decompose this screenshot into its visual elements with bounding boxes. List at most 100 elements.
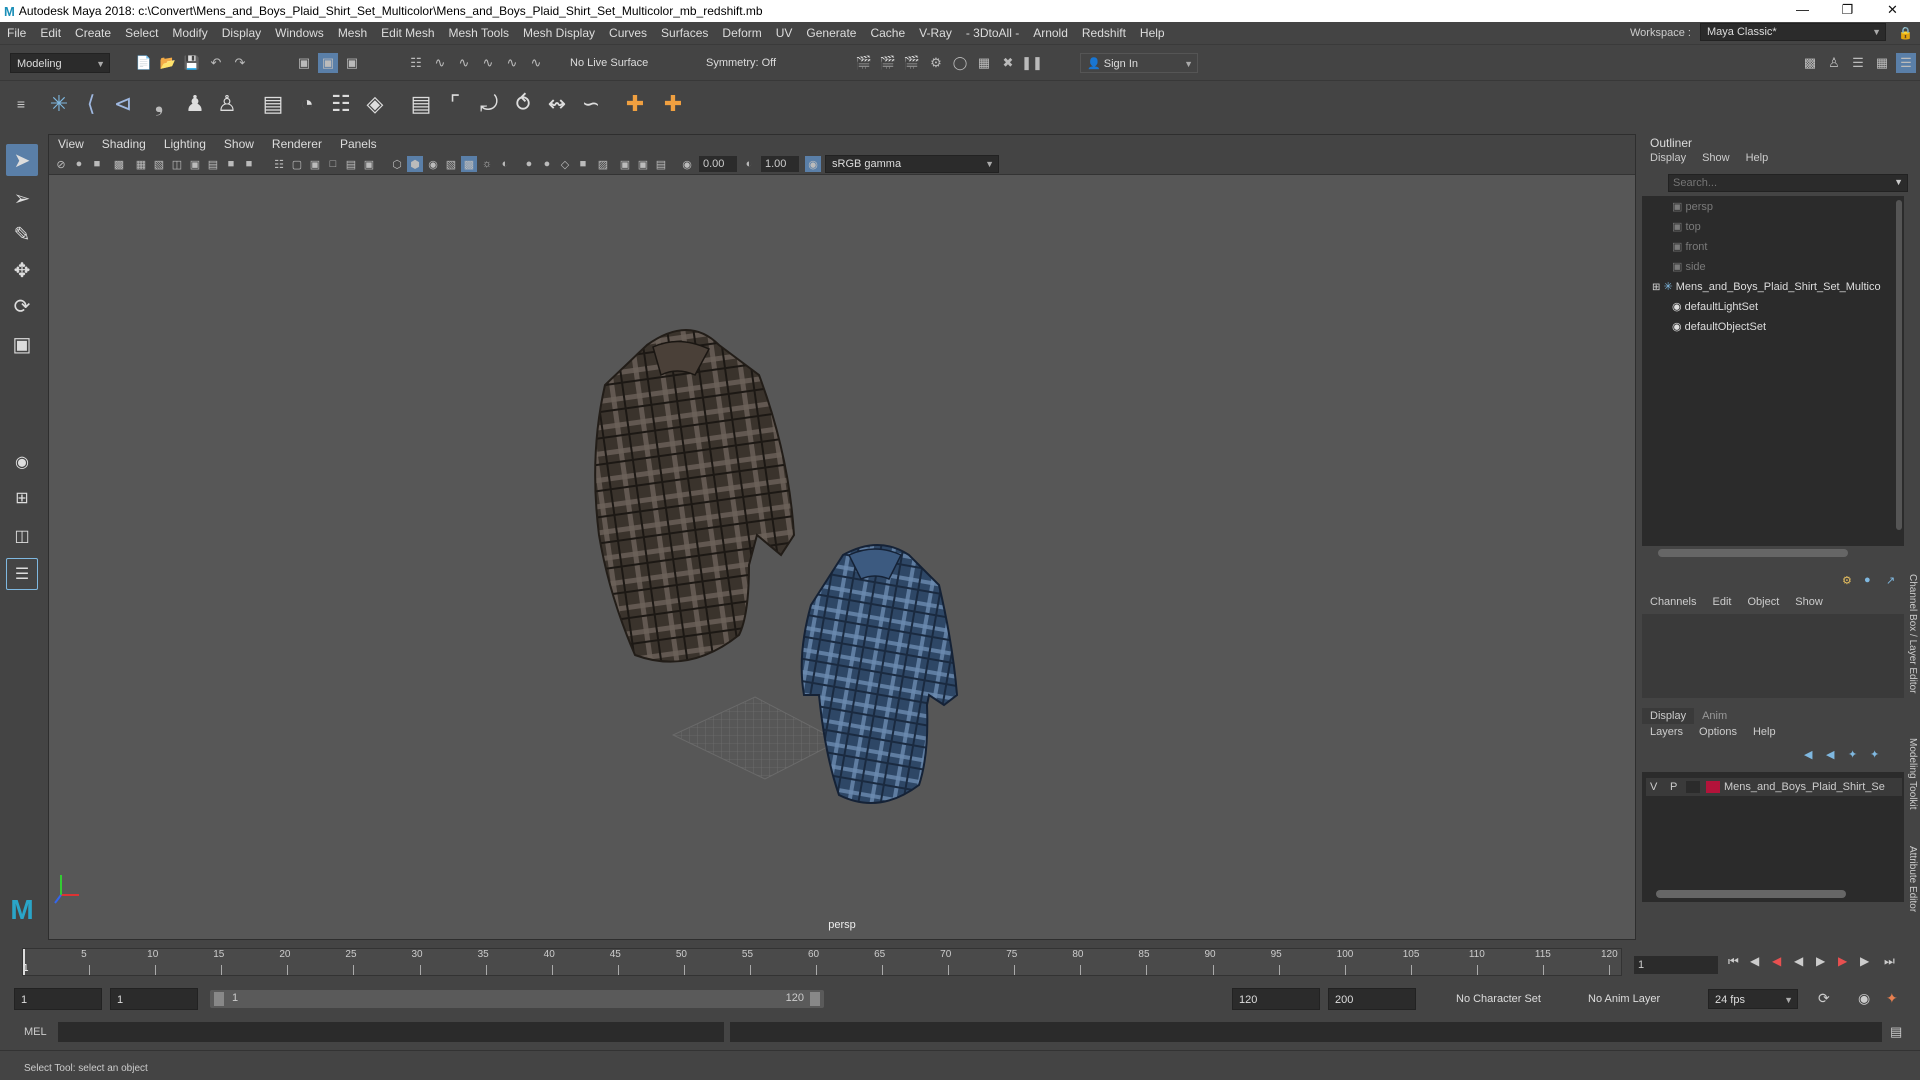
tool-settings-toggle-icon[interactable]: ▦ <box>1872 53 1892 73</box>
range-slider[interactable]: 1 120 <box>210 990 824 1008</box>
range-end-field[interactable]: 120 <box>1232 988 1320 1010</box>
isolate-select-icon[interactable]: ▨ <box>595 156 611 172</box>
outliner-horizontal-scrollbar[interactable] <box>1658 549 1848 557</box>
menu-surfaces[interactable]: Surfaces <box>654 26 715 40</box>
smooth-shade-all-icon[interactable]: ⬢ <box>407 156 423 172</box>
gamma-field[interactable]: 1.00 <box>761 156 799 172</box>
sign-in-dropdown[interactable]: 👤 Sign In ▼ <box>1080 53 1198 73</box>
menu-redshift[interactable]: Redshift <box>1075 26 1133 40</box>
outliner-search-field[interactable]: ▼ <box>1668 174 1908 192</box>
grid-icon[interactable]: ☷ <box>271 156 287 172</box>
shelf-joint-icon[interactable]: ⟨ <box>76 87 106 121</box>
time-slider[interactable]: 1 5 10 15 20 25 30 35 40 45 50 55 60 65 70 75 80 85 90 95 10… <box>0 944 1920 982</box>
menu-3dtoall[interactable]: - 3DtoAll - <box>959 26 1026 40</box>
menu-display[interactable]: Display <box>215 26 268 40</box>
maximize-button[interactable]: ❐ <box>1825 0 1870 22</box>
menu-generate[interactable]: Generate <box>799 26 863 40</box>
outliner-item-default-object-set[interactable]: ◉ defaultObjectSet <box>1672 318 1766 336</box>
time-slider-track[interactable]: 1 5 10 15 20 25 30 35 40 45 50 55 60 65 70 75 80 85 90 95 10… <box>22 948 1622 976</box>
snap-point-icon[interactable]: ∿ <box>454 53 474 73</box>
layer-color-swatch[interactable] <box>1706 781 1720 793</box>
layer-menu-help[interactable]: Help <box>1745 726 1784 738</box>
four-view-icon[interactable]: ⊞ <box>6 482 38 514</box>
shelf-bind-skin-icon[interactable]: ▤ <box>258 87 288 121</box>
xray-joints-icon[interactable]: ▣ <box>635 156 651 172</box>
shelf-smooth-bind-icon[interactable]: ◔ <box>292 87 322 121</box>
shelf-twist-icon[interactable]: ↭ <box>542 87 572 121</box>
layer-visibility-toggle[interactable]: V <box>1650 778 1657 796</box>
undo-icon[interactable]: ↶ <box>206 53 226 73</box>
camera-attributes-icon[interactable]: ● <box>71 156 87 172</box>
move-tool-icon[interactable]: ✥ <box>6 254 38 286</box>
shelf-ik-spline-icon[interactable]: ❟ <box>144 87 174 121</box>
menu-windows[interactable]: Windows <box>268 26 331 40</box>
menu-mesh-tools[interactable]: Mesh Tools <box>442 26 516 40</box>
shelf-lattice-icon[interactable]: ⌜ <box>440 87 470 121</box>
pause-icon[interactable]: ❚❚ <box>1021 53 1043 73</box>
color-space-dropdown[interactable]: sRGB gamma ▼ <box>825 155 999 173</box>
bookmarks-icon[interactable]: ■ <box>89 156 105 172</box>
play-forward-icon[interactable]: ▶ <box>1816 954 1825 968</box>
move-layer-down-icon[interactable]: ◀ <box>1826 748 1834 761</box>
workspace-dropdown[interactable]: Maya Classic* ▼ <box>1700 23 1886 41</box>
outliner-menu-show[interactable]: Show <box>1694 152 1738 170</box>
grid-toggle-icon[interactable]: ▦ <box>133 156 149 172</box>
isolate-icon[interactable]: □ <box>325 156 341 172</box>
outliner-item-side[interactable]: ▣ side <box>1672 258 1706 276</box>
rotate-tool-icon[interactable]: ⟳ <box>6 290 38 322</box>
ipr-render-icon[interactable]: 🎬 <box>902 53 922 73</box>
outliner-item-default-light-set[interactable]: ◉ defaultLightSet <box>1672 298 1758 316</box>
xray-icon[interactable]: ▤ <box>343 156 359 172</box>
auto-key-icon[interactable]: ◉ <box>1858 990 1870 1007</box>
lock-icon[interactable]: 🔒 <box>1898 26 1913 40</box>
viewport-menu-renderer[interactable]: Renderer <box>263 137 331 151</box>
go-to-end-icon[interactable]: ⏭ <box>1884 954 1895 969</box>
render-settings-icon[interactable]: ⚙ <box>926 53 946 73</box>
anim-prefs-icon[interactable]: ✦ <box>1886 990 1898 1007</box>
outliner-vertical-scrollbar[interactable] <box>1896 200 1902 530</box>
shelf-wave-icon[interactable]: ∽ <box>576 87 606 121</box>
texture-mode-icon[interactable]: ▩ <box>461 156 477 172</box>
field-chart-icon[interactable]: ▤ <box>205 156 221 172</box>
snap-curve-icon[interactable]: ∿ <box>430 53 450 73</box>
color-management-icon[interactable]: ◉ <box>805 156 821 172</box>
scene-start-field[interactable]: 1 <box>14 988 102 1010</box>
step-forward-key-icon[interactable]: ▶ <box>1860 954 1869 968</box>
shaded-wire-icon[interactable]: ▣ <box>361 156 377 172</box>
layer-playback-toggle[interactable]: P <box>1670 778 1677 796</box>
xray-components-icon[interactable]: ▤ <box>653 156 669 172</box>
attribute-editor-toggle-icon[interactable]: ☰ <box>1848 53 1868 73</box>
character-controls-toggle-icon[interactable]: ♙ <box>1824 53 1844 73</box>
open-scene-icon[interactable]: 📂 <box>158 53 178 73</box>
render-sequence-icon[interactable]: 🎬 <box>878 53 898 73</box>
two-view-icon[interactable]: ◫ <box>6 520 38 552</box>
new-layer-icon[interactable]: ✦ <box>1848 748 1857 761</box>
play-back-icon[interactable]: ◀ <box>1794 954 1803 968</box>
shelf-annotation-icon[interactable]: ✚ <box>658 87 688 121</box>
layer-tab-display[interactable]: Display <box>1642 708 1695 724</box>
scene-end-field[interactable]: 200 <box>1328 988 1416 1010</box>
gate-mask-icon[interactable]: ▣ <box>187 156 203 172</box>
viewport-menu-show[interactable]: Show <box>215 137 263 151</box>
select-object-icon[interactable]: ▣ <box>318 53 338 73</box>
shelf-ik-handle-icon[interactable]: ⊲ <box>108 87 138 121</box>
menu-help[interactable]: Help <box>1133 26 1172 40</box>
motion-blur-icon[interactable]: ● <box>539 156 555 172</box>
outliner-view-icon[interactable]: ☰ <box>6 558 38 590</box>
menu-vray[interactable]: V-Ray <box>912 26 959 40</box>
render-view-icon[interactable]: ▦ <box>974 53 994 73</box>
redo-icon[interactable]: ↷ <box>230 53 250 73</box>
shelf-locator-icon[interactable]: ✚ <box>620 87 650 121</box>
snap-grid-icon[interactable]: ☷ <box>406 53 426 73</box>
layer-tab-anim[interactable]: Anim <box>1694 708 1735 724</box>
depth-of-field-icon[interactable]: ■ <box>575 156 591 172</box>
side-tab-channel-box[interactable]: Channel Box / Layer Editor <box>1907 574 1918 694</box>
range-start-field[interactable]: 1 <box>110 988 198 1010</box>
loop-icon[interactable]: ⟳ <box>1818 990 1830 1007</box>
move-layer-up-icon[interactable]: ◀ <box>1804 748 1812 761</box>
step-back-key-icon[interactable]: ◀ <box>1750 954 1759 968</box>
use-default-material-icon[interactable]: ◉ <box>425 156 441 172</box>
hypershade-icon[interactable]: ◯ <box>950 53 970 73</box>
chevron-down-icon[interactable]: ▼ <box>1894 177 1903 187</box>
select-tool-icon[interactable]: ➤ <box>6 144 38 176</box>
